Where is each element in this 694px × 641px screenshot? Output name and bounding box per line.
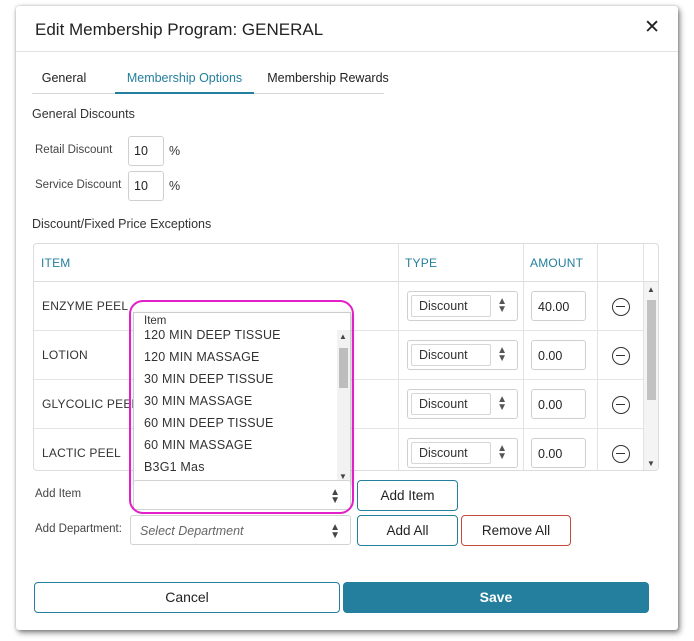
type-select-value: Discount — [411, 344, 491, 366]
tab-bar: General Membership Options Membership Re… — [32, 66, 389, 94]
general-discounts-heading: General Discounts — [32, 107, 135, 121]
table-scrollbar[interactable]: ▲ ▼ — [644, 282, 658, 470]
type-select[interactable]: Discount ▲ ▼ — [407, 340, 518, 370]
chevron-updown-icon: ▲ ▼ — [497, 296, 507, 315]
minus-circle-icon[interactable] — [612, 396, 630, 414]
minus-circle-icon[interactable] — [612, 298, 630, 316]
row-item-name: ENZYME PEEL — [42, 299, 129, 313]
add-item-button[interactable]: Add Item — [357, 480, 458, 511]
service-percent-unit: % — [169, 179, 181, 193]
add-item-select[interactable]: ▲ ▼ — [133, 480, 351, 510]
add-all-button[interactable]: Add All — [357, 515, 458, 546]
type-select[interactable]: Discount ▲ ▼ — [407, 291, 518, 321]
exceptions-heading: Discount/Fixed Price Exceptions — [32, 217, 212, 231]
chevron-updown-icon: ▲ ▼ — [330, 487, 340, 506]
save-button[interactable]: Save — [343, 582, 649, 613]
retail-discount-input[interactable]: 10 — [128, 136, 164, 166]
chevron-updown-icon: ▲ ▼ — [497, 394, 507, 413]
type-select[interactable]: Discount ▲ ▼ — [407, 389, 518, 419]
scroll-down-icon[interactable]: ▼ — [647, 459, 655, 468]
amount-input[interactable]: 0.00 — [531, 340, 586, 370]
table-scroll-thumb[interactable] — [647, 300, 656, 400]
retail-percent-unit: % — [169, 144, 181, 158]
modal-header: Edit Membership Program: GENERAL ✕ — [16, 6, 678, 52]
chevron-updown-icon: ▲ ▼ — [497, 345, 507, 364]
department-select[interactable]: Select Department ▲ ▼ — [130, 515, 351, 545]
dropdown-option[interactable]: 30 MIN MASSAGE — [134, 390, 337, 412]
cancel-button[interactable]: Cancel — [34, 582, 340, 613]
column-type: TYPE — [405, 256, 438, 270]
dropdown-option[interactable]: 120 MIN DEEP TISSUE — [134, 330, 337, 346]
add-item-label: Add Item — [35, 488, 82, 500]
column-item: ITEM — [41, 256, 71, 270]
minus-circle-icon[interactable] — [612, 445, 630, 463]
tab-general[interactable]: General — [32, 66, 96, 94]
row-item-name: LACTIC PEEL — [42, 446, 121, 460]
type-select-value: Discount — [411, 295, 491, 317]
chevron-updown-icon: ▲ ▼ — [330, 522, 340, 541]
type-select-value: Discount — [411, 393, 491, 415]
chevron-updown-icon: ▲ ▼ — [497, 443, 507, 462]
tab-membership-options[interactable]: Membership Options — [115, 66, 254, 94]
modal-title: Edit Membership Program: GENERAL — [35, 20, 324, 39]
scroll-up-icon[interactable]: ▲ — [339, 332, 347, 341]
dropdown-scroll-thumb[interactable] — [339, 348, 348, 388]
service-discount-input[interactable]: 10 — [128, 171, 164, 201]
edit-membership-modal: Edit Membership Program: GENERAL ✕ Gener… — [16, 6, 678, 630]
department-select-placeholder: Select Department — [140, 524, 244, 538]
add-department-label: Add Department: — [35, 523, 122, 535]
dropdown-option[interactable]: 60 MIN DEEP TISSUE — [134, 412, 337, 434]
service-discount-label: Service Discount — [35, 179, 122, 191]
type-select[interactable]: Discount ▲ ▼ — [407, 438, 518, 468]
minus-circle-icon[interactable] — [612, 347, 630, 365]
scroll-up-icon[interactable]: ▲ — [647, 285, 655, 294]
row-item-name: GLYCOLIC PEEL — [42, 397, 139, 411]
dropdown-options: 120 MIN DEEP TISSUE 120 MIN MASSAGE 30 M… — [134, 330, 337, 484]
dropdown-option[interactable]: 30 MIN DEEP TISSUE — [134, 368, 337, 390]
type-select-value: Discount — [411, 442, 491, 464]
dropdown-option[interactable]: 60 MIN MASSAGE — [134, 434, 337, 456]
column-amount: AMOUNT — [530, 256, 584, 270]
row-item-name: LOTION — [42, 348, 88, 362]
retail-discount-label: Retail Discount — [35, 144, 113, 156]
remove-all-button[interactable]: Remove All — [461, 515, 571, 546]
tab-membership-rewards[interactable]: Membership Rewards — [264, 66, 392, 94]
table-header: ITEM TYPE AMOUNT — [34, 244, 658, 282]
dropdown-header: Item — [144, 315, 167, 327]
amount-input[interactable]: 40.00 — [531, 291, 586, 321]
amount-input[interactable]: 0.00 — [531, 438, 586, 468]
dropdown-scrollbar[interactable]: ▲ ▼ — [337, 330, 350, 484]
item-dropdown-list[interactable]: Item 120 MIN DEEP TISSUE 120 MIN MASSAGE… — [133, 312, 351, 485]
dropdown-option[interactable]: 120 MIN MASSAGE — [134, 346, 337, 368]
close-icon[interactable]: ✕ — [644, 18, 660, 38]
amount-input[interactable]: 0.00 — [531, 389, 586, 419]
dropdown-option[interactable]: B3G1 Mas — [134, 456, 337, 478]
